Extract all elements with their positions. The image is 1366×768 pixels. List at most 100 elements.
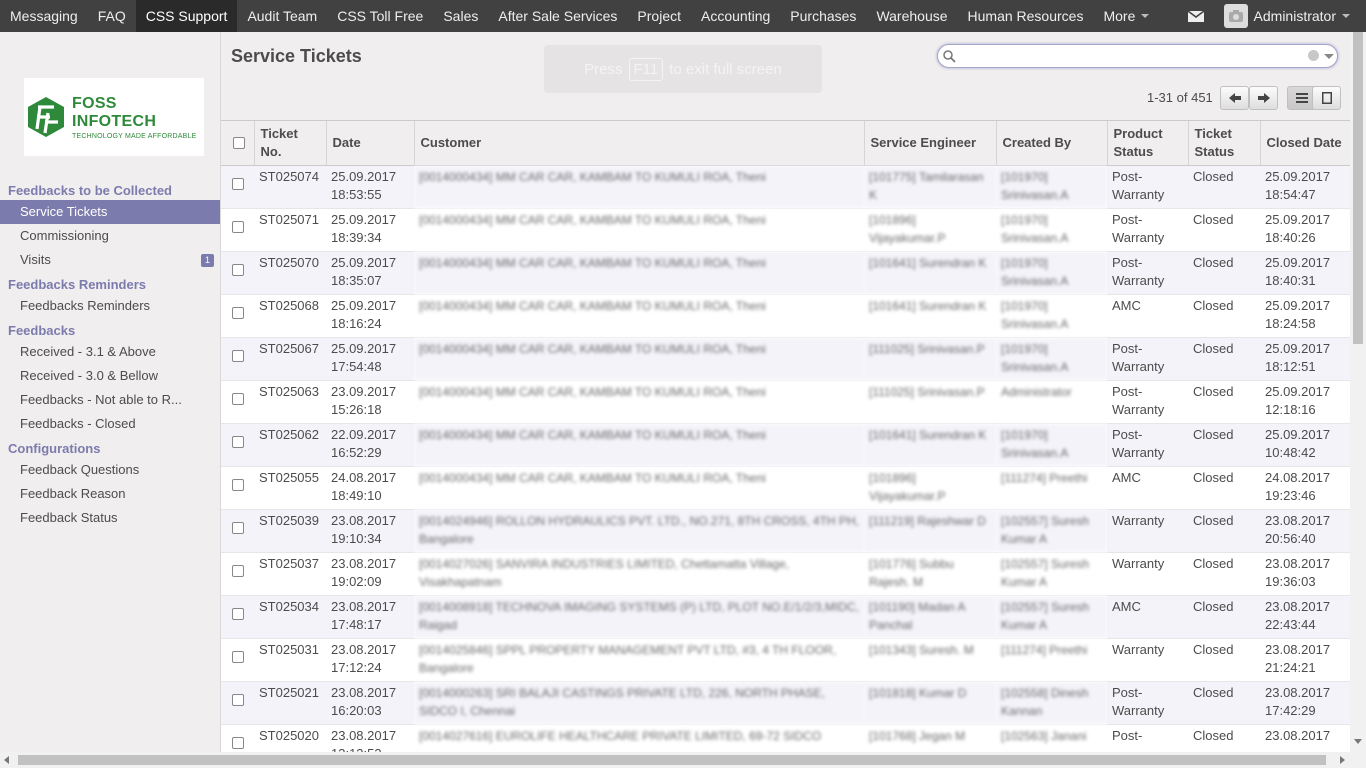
row-checkbox[interactable] xyxy=(232,478,244,491)
menu-sales[interactable]: Sales xyxy=(433,0,488,32)
cell-product-status: Post-Warranty xyxy=(1107,423,1188,467)
menu-project[interactable]: Project xyxy=(627,0,691,32)
row-checkbox[interactable] xyxy=(232,607,244,620)
menu-accounting[interactable]: Accounting xyxy=(691,0,780,32)
row-checkbox[interactable] xyxy=(232,435,244,448)
row-select-cell xyxy=(221,294,254,338)
logo-mark xyxy=(26,95,66,139)
sidebar-item-received-3-0-bellow[interactable]: Received - 3.0 & Bellow xyxy=(0,364,220,388)
cell-customer: [0014024946] ROLLON HYDRAULICS PVT. LTD.… xyxy=(414,509,864,553)
cell-created-by: [111274] Preethi xyxy=(996,466,1107,510)
table-row[interactable]: ST025037 23.08.2017 19:02:09 [0014027026] … xyxy=(221,552,1350,596)
sidebar-item-commissioning[interactable]: Commissioning xyxy=(0,224,220,248)
table-row[interactable]: ST025074 25.09.2017 18:53:55 [0014000434] … xyxy=(221,165,1350,209)
cell-product-status: Warranty xyxy=(1107,638,1188,682)
column-header-service-engineer[interactable]: Service Engineer xyxy=(863,121,996,166)
table-row[interactable]: ST025031 23.08.2017 17:12:24 [0014025846] … xyxy=(221,638,1350,682)
column-header-customer[interactable]: Customer xyxy=(413,121,864,166)
vertical-scrollbar[interactable] xyxy=(1350,32,1366,752)
menu-after-sale-services[interactable]: After Sale Services xyxy=(488,0,627,32)
clear-search-icon[interactable] xyxy=(1308,50,1319,61)
menu-css-support[interactable]: CSS Support xyxy=(135,0,238,32)
table-row[interactable]: ST025039 23.08.2017 19:10:34 [0014024946] … xyxy=(221,509,1350,553)
cell-ticket-status: Closed xyxy=(1188,595,1260,639)
pager-next-button[interactable] xyxy=(1249,86,1278,110)
table-row[interactable]: ST02502023.08.2017 13:13:53[0014027616] … xyxy=(221,724,1350,752)
form-view-button[interactable] xyxy=(1312,86,1341,110)
cell-engineer: [101190] Madan A Panchal xyxy=(864,595,996,639)
menu-audit-team[interactable]: Audit Team xyxy=(237,0,327,32)
sidebar-item-feedback-reason[interactable]: Feedback Reason xyxy=(0,482,220,506)
sidebar-item-visits[interactable]: Visits 1 xyxy=(0,248,220,272)
pager-value[interactable]: 1-31 of 451 xyxy=(1147,90,1213,105)
messages-icon[interactable] xyxy=(1187,10,1204,22)
cell-engineer: [101641] Surendran K xyxy=(864,423,996,467)
column-header-ticket-no-[interactable]: Ticket No. xyxy=(253,121,326,166)
sidebar-item-feedback-status[interactable]: Feedback Status xyxy=(0,506,220,530)
menu-warehouse[interactable]: Warehouse xyxy=(866,0,957,32)
sidebar-item-service-tickets[interactable]: Service Tickets xyxy=(0,200,220,224)
table-row[interactable]: ST025071 25.09.2017 18:39:34 [0014000434] … xyxy=(221,208,1350,252)
cell-ticket-status: Closed xyxy=(1188,552,1260,596)
cell-customer: [0014000434] MM CAR CAR, KAMBAM TO KUMUL… xyxy=(414,165,864,209)
menu-purchases[interactable]: Purchases xyxy=(780,0,866,32)
row-checkbox[interactable] xyxy=(232,177,244,190)
table-row[interactable]: ST025068 25.09.2017 18:16:24 [0014000434] … xyxy=(221,294,1350,338)
cell-date: 25.09.2017 18:35:07 xyxy=(326,251,414,295)
search-options-icon[interactable] xyxy=(1324,54,1334,59)
column-header-product-status[interactable]: Product Status xyxy=(1106,121,1188,166)
menu-css-toll-free[interactable]: CSS Toll Free xyxy=(327,0,433,32)
column-header-date[interactable]: Date xyxy=(325,121,414,166)
row-checkbox[interactable] xyxy=(232,736,244,749)
row-checkbox[interactable] xyxy=(232,564,244,577)
table-row[interactable]: ST025062 22.09.2017 16:52:29 [0014000434] … xyxy=(221,423,1350,467)
row-checkbox[interactable] xyxy=(232,349,244,362)
search-input[interactable] xyxy=(958,48,1298,64)
table-row[interactable]: ST025067 25.09.2017 17:54:48 [0014000434] … xyxy=(221,337,1350,381)
cell-ticket: ST025055 xyxy=(254,466,326,510)
sidebar-item-label: Feedbacks Reminders xyxy=(20,298,151,313)
table-row[interactable]: ST025055 24.08.2017 18:49:10 [0014000434] … xyxy=(221,466,1350,510)
row-checkbox[interactable] xyxy=(232,693,244,706)
company-logo[interactable]: FOSS INFOTECH TECHNOLOGY MADE AFFORDABLE xyxy=(24,78,204,156)
row-checkbox[interactable] xyxy=(232,220,244,233)
cell-date: 23.08.2017 16:20:03 xyxy=(326,681,414,725)
cell-created-by: [102563] Janani xyxy=(996,724,1107,752)
scroll-left-icon[interactable] xyxy=(4,756,9,764)
row-checkbox[interactable] xyxy=(232,650,244,663)
row-checkbox[interactable] xyxy=(232,521,244,534)
column-header-ticket-status[interactable]: Ticket Status xyxy=(1187,121,1260,166)
select-all-checkbox[interactable] xyxy=(233,136,245,149)
pager-previous-button[interactable] xyxy=(1220,86,1249,110)
horizontal-scrollbar[interactable] xyxy=(0,752,1366,768)
table-row[interactable]: ST025063 23.09.2017 15:26:18 [0014000434] … xyxy=(221,380,1350,424)
menu-messaging[interactable]: Messaging xyxy=(0,0,88,32)
cell-created-by: [102557] Suresh Kumar A xyxy=(996,595,1107,639)
cell-customer: [0014027616] EUROLIFE HEALTHCARE PRIVATE… xyxy=(414,724,864,752)
cell-closed-date: 25.09.2017 10:48:42 xyxy=(1260,423,1350,467)
table-row[interactable]: ST025070 25.09.2017 18:35:07 [0014000434] … xyxy=(221,251,1350,295)
vertical-scroll-thumb[interactable] xyxy=(1353,32,1363,344)
sidebar-item-feedbacks-reminders[interactable]: Feedbacks Reminders xyxy=(0,294,220,318)
row-select-cell xyxy=(221,423,254,467)
scroll-right-icon[interactable] xyxy=(1340,756,1345,764)
row-checkbox[interactable] xyxy=(232,306,244,319)
menu-more[interactable]: More xyxy=(1093,0,1159,32)
scroll-down-icon[interactable] xyxy=(1354,739,1362,744)
cell-closed-date: 25.09.2017 18:54:47 xyxy=(1260,165,1350,209)
sidebar-item-label: Received - 3.1 & Above xyxy=(20,344,156,359)
sidebar-item-feedbacks-not-able-to-r-[interactable]: Feedbacks - Not able to R... xyxy=(0,388,220,412)
sidebar-item-feedback-questions[interactable]: Feedback Questions xyxy=(0,458,220,482)
column-header-created-by[interactable]: Created By xyxy=(995,121,1107,166)
sidebar-item-received-3-1-above[interactable]: Received - 3.1 & Above xyxy=(0,340,220,364)
row-checkbox[interactable] xyxy=(232,392,244,405)
row-checkbox[interactable] xyxy=(232,263,244,276)
table-row[interactable]: ST025034 23.08.2017 17:48:17 [0014008918] … xyxy=(221,595,1350,639)
menu-human-resources[interactable]: Human Resources xyxy=(958,0,1094,32)
menu-faq[interactable]: FAQ xyxy=(88,0,136,32)
sidebar-item-feedbacks-closed[interactable]: Feedbacks - Closed xyxy=(0,412,220,436)
horizontal-scroll-thumb[interactable] xyxy=(18,755,1326,765)
user-menu[interactable]: Administrator xyxy=(1223,4,1366,28)
column-header-closed-date[interactable]: Closed Date xyxy=(1259,121,1350,166)
table-row[interactable]: ST025021 23.08.2017 16:20:03 [0014000263] … xyxy=(221,681,1350,725)
